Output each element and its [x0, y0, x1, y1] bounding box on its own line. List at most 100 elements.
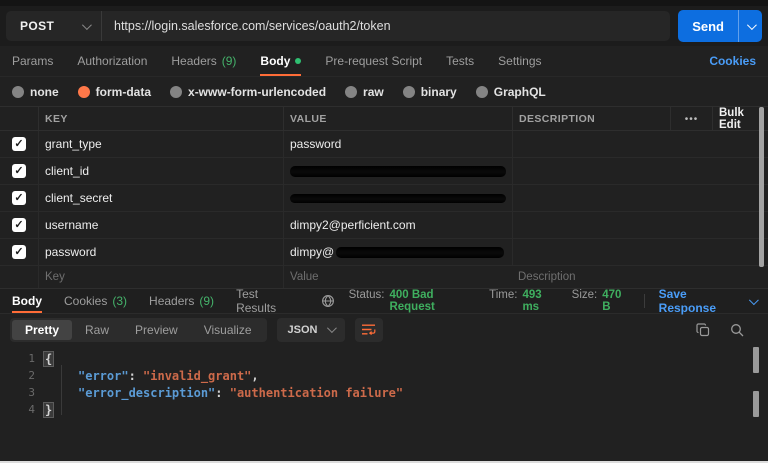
- response-tab-cookies[interactable]: Cookies(3): [64, 289, 127, 313]
- key-cell[interactable]: client_secret: [45, 191, 112, 205]
- row-checkbox[interactable]: ✓: [12, 137, 26, 151]
- radio-icon: [345, 86, 357, 98]
- line-number: 1: [0, 352, 44, 365]
- radio-form-data[interactable]: form-data: [78, 85, 151, 99]
- send-button[interactable]: Send: [678, 10, 738, 42]
- chevron-down-icon: [82, 20, 92, 30]
- row-checkbox-placeholder: [0, 266, 38, 288]
- redacted-value: [290, 166, 506, 177]
- response-tabs: Body Cookies(3) Headers(9) Test Results …: [0, 289, 768, 314]
- redacted-value: [336, 247, 504, 258]
- view-visualize-button[interactable]: Visualize: [191, 320, 265, 340]
- request-tabs: Params Authorization Headers(9) Body Pre…: [0, 46, 768, 77]
- radio-selected-icon: [78, 86, 90, 98]
- tab-pre-request-script[interactable]: Pre-request Script: [325, 46, 422, 76]
- tab-authorization[interactable]: Authorization: [77, 46, 147, 76]
- radio-x-www-form-urlencoded[interactable]: x-www-form-urlencoded: [170, 85, 326, 99]
- chevron-down-icon: [326, 323, 336, 333]
- method-select[interactable]: POST: [6, 11, 102, 41]
- table-header-row: KEY VALUE DESCRIPTION ••• Bulk Edit: [0, 106, 768, 131]
- network-globe-icon: [321, 294, 335, 308]
- value-cell[interactable]: password: [290, 137, 341, 151]
- value-cell[interactable]: Value: [283, 266, 512, 288]
- body-modified-dot-icon: [295, 58, 301, 64]
- column-header-description: DESCRIPTION: [519, 113, 595, 125]
- radio-icon: [403, 86, 415, 98]
- table-row: ✓ client_secret: [0, 185, 768, 212]
- save-response-button[interactable]: Save Response: [659, 287, 756, 315]
- description-cell[interactable]: [512, 212, 768, 238]
- body-type-selector: none form-data x-www-form-urlencoded raw…: [0, 77, 768, 106]
- row-checkbox[interactable]: ✓: [12, 218, 26, 232]
- value-cell[interactable]: [283, 158, 512, 184]
- form-data-table: KEY VALUE DESCRIPTION ••• Bulk Edit ✓ gr…: [0, 106, 768, 289]
- key-cell[interactable]: username: [45, 218, 98, 232]
- response-toolbar: Pretty Raw Preview Visualize JSON: [0, 314, 768, 345]
- value-cell[interactable]: [283, 185, 512, 211]
- chevron-down-icon: [749, 295, 759, 305]
- description-cell[interactable]: [512, 185, 768, 211]
- tab-body[interactable]: Body: [260, 46, 301, 76]
- wrap-line-button[interactable]: [355, 318, 383, 342]
- url-bar: POST https://login.salesforce.com/servic…: [6, 11, 670, 41]
- response-tab-test-results[interactable]: Test Results: [236, 289, 299, 313]
- radio-icon: [476, 86, 488, 98]
- bulk-edit-button[interactable]: Bulk Edit: [719, 107, 762, 131]
- value-cell[interactable]: dimpy@: [283, 239, 512, 265]
- search-button[interactable]: [730, 323, 744, 337]
- table-row: ✓ grant_type password: [0, 131, 768, 158]
- line-number: 4: [0, 403, 44, 416]
- radio-graphql[interactable]: GraphQL: [476, 85, 546, 99]
- key-cell[interactable]: password: [45, 245, 96, 259]
- table-row: ✓ client_id: [0, 158, 768, 185]
- format-select[interactable]: JSON: [277, 318, 345, 342]
- cookies-link[interactable]: Cookies: [709, 54, 756, 68]
- response-tab-body[interactable]: Body: [12, 289, 42, 313]
- url-input[interactable]: https://login.salesforce.com/services/oa…: [102, 19, 403, 33]
- description-cell[interactable]: Description: [512, 266, 768, 288]
- wrap-line-icon: [361, 323, 376, 336]
- row-checkbox[interactable]: ✓: [12, 245, 26, 259]
- key-cell[interactable]: grant_type: [45, 137, 102, 151]
- description-cell[interactable]: [512, 131, 768, 157]
- key-cell[interactable]: client_id: [45, 164, 89, 178]
- code-scrollbar[interactable]: [753, 347, 759, 373]
- tab-params[interactable]: Params: [12, 46, 53, 76]
- column-header-key: KEY: [45, 113, 68, 125]
- send-options-button[interactable]: [738, 10, 762, 42]
- row-checkbox[interactable]: ✓: [12, 191, 26, 205]
- response-body-viewer[interactable]: 1 { 2 "error": "invalid_grant", 3 "error…: [0, 345, 768, 461]
- radio-raw[interactable]: raw: [345, 85, 384, 99]
- code-scrollbar[interactable]: [753, 391, 759, 417]
- description-cell[interactable]: [512, 239, 768, 265]
- line-number: 2: [0, 369, 44, 382]
- copy-button[interactable]: [696, 323, 710, 337]
- value-cell[interactable]: dimpy2@perficient.com: [290, 218, 416, 232]
- view-pretty-button[interactable]: Pretty: [12, 320, 72, 340]
- radio-none[interactable]: none: [12, 85, 59, 99]
- radio-binary[interactable]: binary: [403, 85, 457, 99]
- tab-settings[interactable]: Settings: [498, 46, 541, 76]
- tab-headers[interactable]: Headers(9): [171, 46, 236, 76]
- table-scrollbar[interactable]: [759, 107, 764, 267]
- more-options-icon[interactable]: •••: [670, 107, 712, 131]
- chevron-down-icon: [747, 20, 757, 30]
- view-raw-button[interactable]: Raw: [72, 320, 122, 340]
- view-preview-button[interactable]: Preview: [122, 320, 191, 340]
- code-line: 1 {: [0, 350, 768, 367]
- description-cell[interactable]: [512, 158, 768, 184]
- code-line: 2 "error": "invalid_grant",: [0, 367, 768, 384]
- empty-row: Key Value Description: [0, 266, 768, 289]
- column-header-value: VALUE: [290, 113, 327, 125]
- toolbar-right: [696, 323, 758, 337]
- radio-icon: [12, 86, 24, 98]
- status-badge: Status: 400 Bad Request: [349, 289, 476, 313]
- radio-icon: [170, 86, 182, 98]
- view-mode-group: Pretty Raw Preview Visualize: [10, 318, 267, 342]
- response-tab-headers[interactable]: Headers(9): [149, 289, 214, 313]
- key-cell[interactable]: Key: [38, 266, 283, 288]
- divider: [644, 294, 645, 308]
- row-checkbox[interactable]: ✓: [12, 164, 26, 178]
- tab-tests[interactable]: Tests: [446, 46, 474, 76]
- method-label: POST: [20, 19, 54, 33]
